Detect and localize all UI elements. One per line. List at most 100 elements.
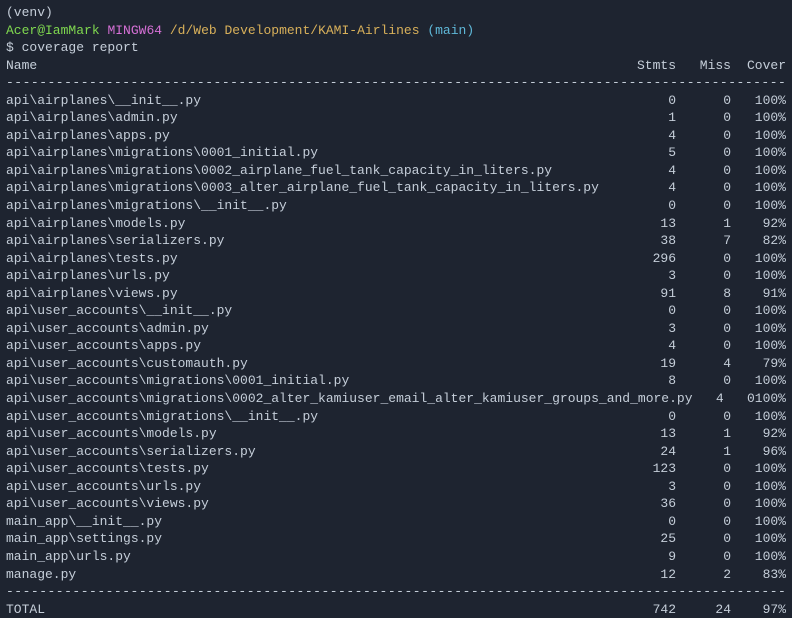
cover-value: 100% [731, 530, 786, 548]
cover-value: 100% [731, 162, 786, 180]
stmts-value: 123 [621, 460, 676, 478]
table-row: api\airplanes\migrations\0003_alter_airp… [6, 179, 786, 197]
miss-value: 0 [676, 109, 731, 127]
table-row: main_app\settings.py250100% [6, 530, 786, 548]
table-row: manage.py12283% [6, 566, 786, 584]
stmts-value: 296 [621, 250, 676, 268]
divider-bottom: ----------------------------------------… [6, 583, 786, 601]
table-row: main_app\__init__.py00100% [6, 513, 786, 531]
stmts-value: 4 [693, 390, 724, 408]
cover-value: 100% [731, 144, 786, 162]
file-name: api\airplanes\urls.py [6, 267, 621, 285]
miss-value: 1 [676, 425, 731, 443]
table-header: Name Stmts Miss Cover [6, 57, 786, 75]
miss-value: 0 [676, 337, 731, 355]
table-row: api\user_accounts\apps.py40100% [6, 337, 786, 355]
col-cover: Cover [731, 57, 786, 75]
total-row: TOTAL 742 24 97% [6, 601, 786, 618]
table-row: api\airplanes\apps.py40100% [6, 127, 786, 145]
cover-value: 100% [731, 478, 786, 496]
cover-value: 100% [731, 127, 786, 145]
table-row: api\airplanes\admin.py10100% [6, 109, 786, 127]
cover-value: 100% [731, 337, 786, 355]
divider-top: ----------------------------------------… [6, 74, 786, 92]
file-name: api\user_accounts\tests.py [6, 460, 621, 478]
stmts-value: 4 [621, 162, 676, 180]
miss-value: 0 [676, 179, 731, 197]
table-row: api\user_accounts\admin.py30100% [6, 320, 786, 338]
miss-value: 0 [676, 320, 731, 338]
miss-value: 0 [676, 478, 731, 496]
file-name: api\airplanes\migrations\0002_airplane_f… [6, 162, 621, 180]
table-row: api\user_accounts\migrations\0002_alter_… [6, 390, 786, 408]
cover-value: 100% [755, 390, 786, 408]
miss-value: 1 [676, 443, 731, 461]
stmts-value: 36 [621, 495, 676, 513]
cover-value: 96% [731, 443, 786, 461]
miss-value: 0 [676, 372, 731, 390]
col-name: Name [6, 57, 621, 75]
miss-value: 0 [676, 250, 731, 268]
table-row: api\airplanes\tests.py2960100% [6, 250, 786, 268]
cover-value: 100% [731, 109, 786, 127]
total-stmts: 742 [621, 601, 676, 618]
file-name: main_app\__init__.py [6, 513, 621, 531]
table-row: api\airplanes\models.py13192% [6, 215, 786, 233]
table-row: api\airplanes\migrations\0002_airplane_f… [6, 162, 786, 180]
miss-value: 0 [676, 92, 731, 110]
table-row: api\user_accounts\urls.py30100% [6, 478, 786, 496]
miss-value: 0 [676, 548, 731, 566]
cover-value: 100% [731, 548, 786, 566]
file-name: api\airplanes\tests.py [6, 250, 621, 268]
stmts-value: 24 [621, 443, 676, 461]
stmts-value: 0 [621, 513, 676, 531]
stmts-value: 5 [621, 144, 676, 162]
miss-value: 0 [676, 144, 731, 162]
stmts-value: 4 [621, 179, 676, 197]
stmts-value: 13 [621, 425, 676, 443]
cover-value: 92% [731, 215, 786, 233]
file-name: api\user_accounts\serializers.py [6, 443, 621, 461]
file-name: api\user_accounts\urls.py [6, 478, 621, 496]
miss-value: 0 [676, 408, 731, 426]
miss-value: 0 [676, 127, 731, 145]
file-name: main_app\settings.py [6, 530, 621, 548]
total-label: TOTAL [6, 601, 621, 618]
command-line[interactable]: $ coverage report [6, 39, 786, 57]
miss-value: 0 [676, 513, 731, 531]
table-row: api\user_accounts\views.py360100% [6, 495, 786, 513]
cover-value: 100% [731, 250, 786, 268]
table-row: api\airplanes\urls.py30100% [6, 267, 786, 285]
miss-value: 8 [676, 285, 731, 303]
shell-prompt: Acer@IamMark MINGW64 /d/Web Development/… [6, 22, 786, 40]
table-row: api\airplanes\migrations\__init__.py0010… [6, 197, 786, 215]
table-row: api\user_accounts\customauth.py19479% [6, 355, 786, 373]
total-cover: 97% [731, 601, 786, 618]
stmts-value: 38 [621, 232, 676, 250]
stmts-value: 0 [621, 408, 676, 426]
col-miss: Miss [676, 57, 731, 75]
stmts-value: 4 [621, 337, 676, 355]
cover-value: 83% [731, 566, 786, 584]
stmts-value: 0 [621, 92, 676, 110]
table-row: api\user_accounts\tests.py1230100% [6, 460, 786, 478]
table-row: api\airplanes\views.py91891% [6, 285, 786, 303]
table-row: api\user_accounts\serializers.py24196% [6, 443, 786, 461]
table-row: main_app\urls.py90100% [6, 548, 786, 566]
stmts-value: 12 [621, 566, 676, 584]
file-name: api\airplanes\migrations\__init__.py [6, 197, 621, 215]
file-name: main_app\urls.py [6, 548, 621, 566]
stmts-value: 8 [621, 372, 676, 390]
cover-value: 100% [731, 372, 786, 390]
cover-value: 82% [731, 232, 786, 250]
file-name: api\user_accounts\migrations\__init__.py [6, 408, 621, 426]
stmts-value: 91 [621, 285, 676, 303]
file-name: api\user_accounts\models.py [6, 425, 621, 443]
cover-value: 92% [731, 425, 786, 443]
cover-value: 100% [731, 302, 786, 320]
cover-value: 100% [731, 513, 786, 531]
file-name: api\airplanes\migrations\0003_alter_airp… [6, 179, 621, 197]
miss-value: 2 [676, 566, 731, 584]
stmts-value: 9 [621, 548, 676, 566]
stmts-value: 19 [621, 355, 676, 373]
